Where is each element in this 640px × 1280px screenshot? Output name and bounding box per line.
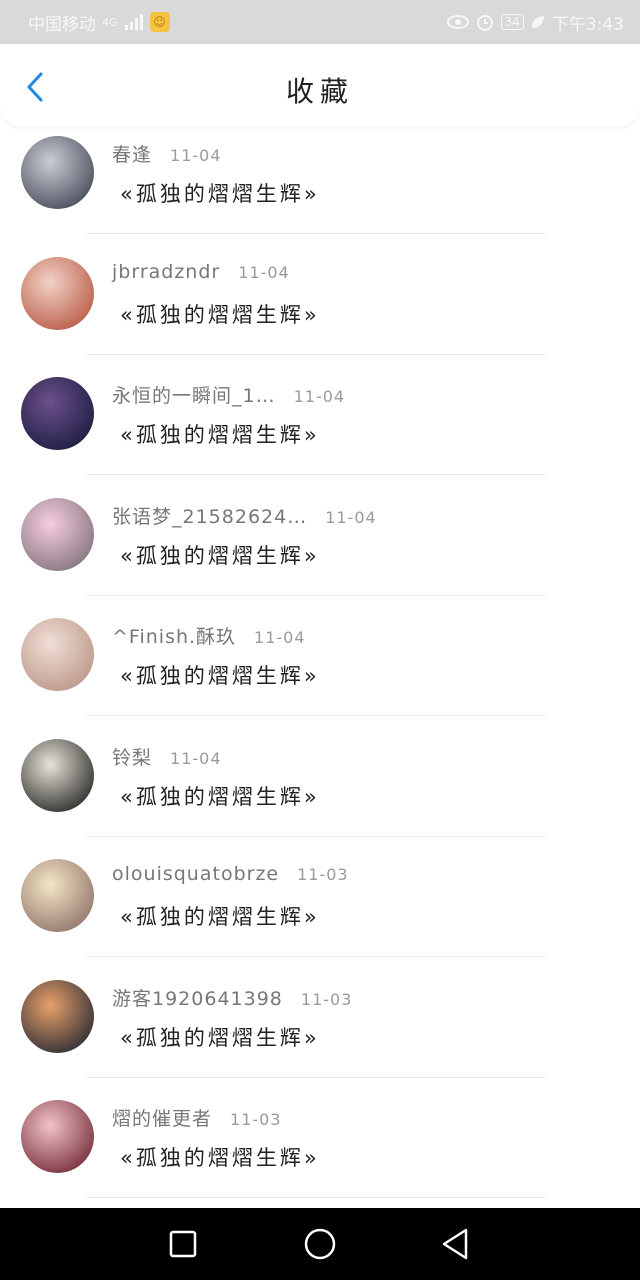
item-date: 11-04: [238, 262, 290, 282]
item-header: 游客1920641398 11-03: [112, 984, 352, 1011]
book-title[interactable]: «孤独的熠熠生辉»: [120, 419, 320, 449]
eye-icon: [446, 15, 469, 29]
item-header: 张语梦_21582624… 11-04: [112, 502, 377, 529]
user-name[interactable]: 游客1920641398: [112, 984, 283, 1011]
list-item[interactable]: olouisquatobrze 11-03 «孤独的熠熠生辉»: [0, 849, 640, 970]
system-nav-bar: [0, 1208, 640, 1280]
avatar[interactable]: [21, 1100, 94, 1173]
item-header: olouisquatobrze 11-03: [112, 863, 349, 885]
book-title[interactable]: «孤独的熠熠生辉»: [120, 781, 320, 811]
recent-apps-button[interactable]: [165, 1226, 201, 1262]
battery-icon: 34: [500, 14, 524, 30]
item-date: 11-04: [325, 507, 377, 527]
user-name[interactable]: 春逢: [112, 140, 152, 167]
avatar[interactable]: [21, 377, 94, 450]
user-name[interactable]: jbrradzndr: [112, 261, 220, 283]
user-name[interactable]: 铃梨: [112, 743, 152, 770]
avatar[interactable]: [21, 618, 94, 691]
list-item[interactable]: 张语梦_21582624… 11-04 «孤独的熠熠生辉»: [0, 488, 640, 609]
item-date: 11-03: [230, 1110, 282, 1129]
user-name[interactable]: 张语梦_21582624…: [112, 502, 307, 529]
list-item[interactable]: 游客1920641398 11-03 «孤独的熠熠生辉»: [0, 970, 640, 1091]
app-header: 收藏: [0, 44, 640, 126]
list-item[interactable]: jbrradzndr 11-04 «孤独的熠熠生辉»: [0, 247, 640, 368]
item-date: 11-03: [297, 865, 349, 884]
list-item[interactable]: 永恒的一瞬间_1… 11-04 «孤独的熠熠生辉»: [0, 367, 640, 488]
item-header: ^Finish.酥玖 11-04: [112, 622, 306, 649]
item-header: 永恒的一瞬间_1… 11-04: [112, 381, 345, 408]
list-item[interactable]: 春逢 11-04 «孤独的熠熠生辉»: [0, 126, 640, 247]
divider: [86, 594, 546, 596]
alarm-icon: [476, 15, 493, 31]
avatar[interactable]: [21, 136, 94, 209]
user-name[interactable]: 熠的催更者: [112, 1104, 212, 1131]
book-title[interactable]: «孤独的熠熠生辉»: [120, 178, 320, 208]
avatar[interactable]: [21, 497, 94, 571]
status-bar-right: 34 下午3:43: [446, 10, 624, 35]
battery-level: 34: [504, 15, 520, 29]
item-date: 11-04: [293, 387, 346, 406]
divider: [86, 1076, 546, 1078]
item-date: 11-04: [170, 748, 222, 768]
item-date: 11-04: [254, 628, 306, 647]
app-notification-icon: ☺: [149, 12, 170, 32]
user-name[interactable]: ^Finish.酥玖: [112, 622, 236, 649]
divider: [86, 956, 546, 957]
avatar[interactable]: [21, 738, 94, 812]
book-title[interactable]: «孤独的熠熠生辉»: [120, 299, 320, 329]
divider: [86, 233, 546, 234]
item-date: 11-04: [170, 146, 222, 165]
book-title[interactable]: «孤独的熠熠生辉»: [120, 901, 320, 931]
circle-icon: [304, 1228, 336, 1260]
book-title[interactable]: «孤独的熠熠生辉»: [120, 660, 320, 690]
divider: [86, 474, 546, 475]
carrier-label: 中国移动: [28, 14, 96, 35]
home-button[interactable]: [302, 1226, 338, 1262]
clock: 下午3:43: [551, 14, 624, 35]
book-title[interactable]: «孤独的熠熠生辉»: [120, 540, 320, 570]
triangle-back-icon: [442, 1228, 468, 1260]
leaf-icon: [531, 16, 544, 28]
user-name[interactable]: 永恒的一瞬间_1…: [112, 381, 276, 408]
book-title[interactable]: «孤独的熠熠生辉»: [120, 1142, 320, 1172]
divider: [86, 715, 546, 716]
divider: [86, 1197, 546, 1198]
status-bar: 中国移动 4G ☺ 34 下午3:43: [0, 0, 640, 44]
avatar[interactable]: [21, 979, 94, 1053]
page-title: 收藏: [285, 75, 354, 108]
book-title[interactable]: «孤独的熠熠生辉»: [120, 1022, 320, 1052]
item-date: 11-03: [300, 989, 353, 1009]
signal-icon: [124, 14, 143, 30]
divider: [86, 353, 546, 355]
status-bar-left: 中国移动 4G ☺: [28, 10, 170, 35]
list-item[interactable]: ^Finish.酥玖 11-04 «孤独的熠熠生辉»: [0, 608, 640, 729]
avatar[interactable]: [21, 859, 94, 932]
item-header: 熠的催更者 11-03: [112, 1104, 282, 1131]
list-item[interactable]: 熠的催更者 11-03 «孤独的熠熠生辉»: [0, 1090, 640, 1211]
favorites-list: 春逢 11-04 «孤独的熠熠生辉» jbrradzndr 11-04 «孤独的熠熠生辉»…: [0, 126, 640, 1211]
network-label: 4G: [102, 15, 118, 29]
user-name[interactable]: olouisquatobrze: [112, 863, 279, 885]
item-header: 铃梨 11-04: [112, 743, 222, 770]
list-item[interactable]: 铃梨 11-04 «孤独的熠熠生辉»: [0, 729, 640, 850]
avatar[interactable]: [21, 256, 94, 330]
item-header: jbrradzndr 11-04: [112, 261, 290, 283]
item-header: 春逢 11-04: [112, 140, 222, 167]
square-icon: [169, 1230, 197, 1258]
back-nav-button[interactable]: [438, 1226, 474, 1262]
divider: [86, 835, 546, 837]
